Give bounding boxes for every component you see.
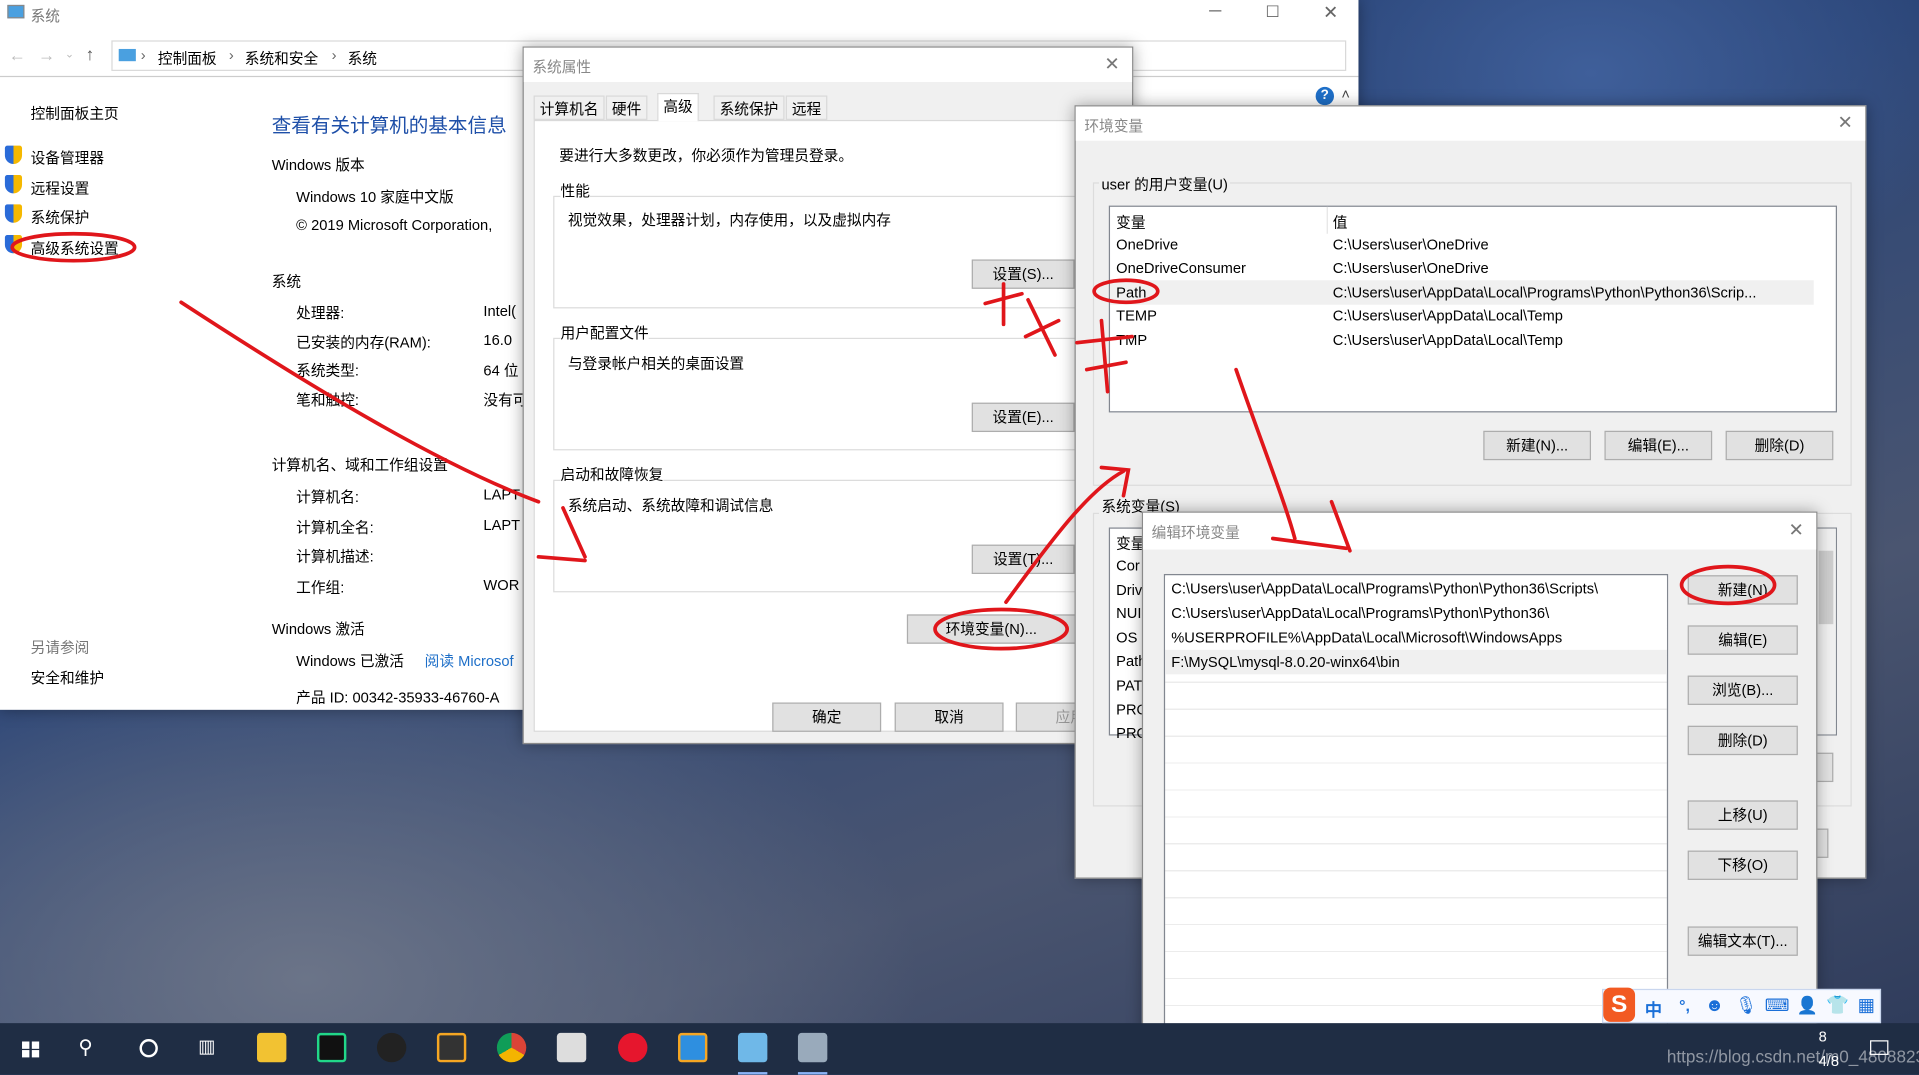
circle-annotation bbox=[1092, 278, 1160, 305]
circle-annotation bbox=[933, 607, 1070, 651]
arrow-annotation bbox=[179, 300, 587, 563]
circle-annotation bbox=[1679, 564, 1777, 606]
arrow-annotation bbox=[1004, 465, 1131, 604]
red-annotations bbox=[10, 231, 1777, 651]
circle-annotation bbox=[10, 231, 137, 263]
arrow-annotation bbox=[1234, 367, 1352, 553]
